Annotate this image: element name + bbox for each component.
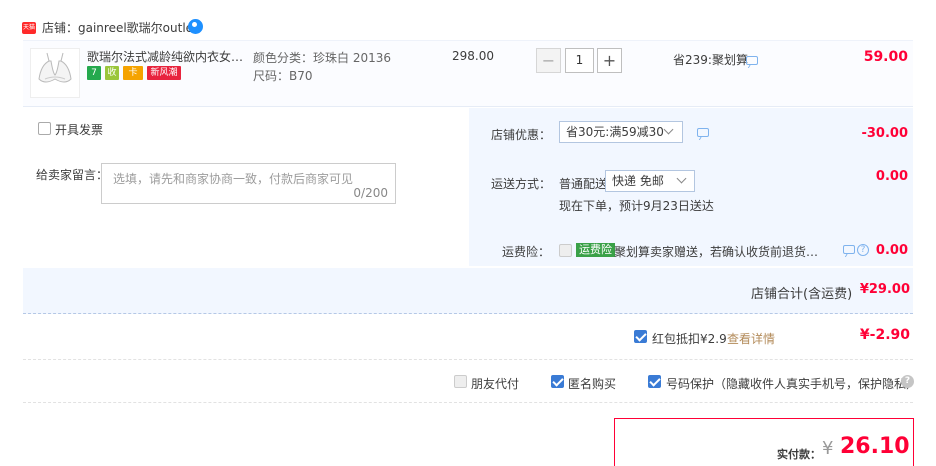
message-char-count: 0/200 — [353, 186, 388, 200]
discount-label: 店铺优惠： — [491, 128, 552, 142]
sku-color: 颜色分类：珍珠白 20136 — [253, 51, 391, 65]
friend-pay-label: 朋友代付 — [471, 377, 520, 391]
friend-pay-checkbox — [454, 375, 467, 388]
payment-label: 实付款： — [777, 448, 821, 461]
unit-price: 298.00 — [452, 49, 494, 63]
number-protect-label: 号码保护（隐藏收件人真实手机号，保护隐私） — [666, 377, 919, 391]
product-thumbnail[interactable] — [30, 48, 80, 98]
shipping-type: 普通配送 — [559, 177, 608, 191]
quantity-increase-button[interactable]: + — [597, 48, 622, 73]
shop-name[interactable]: 店铺：gainreel歌瑞尔outlet — [42, 19, 198, 36]
insurance-amount: 0.00 — [875, 243, 908, 258]
insurance-checkbox — [559, 244, 572, 257]
message-placeholder: 选填，请先和商家协商一致，付款后商家可见 — [113, 172, 354, 186]
tmall-badge-icon: 天猫 — [22, 22, 36, 34]
message-label: 给卖家留言： — [36, 168, 109, 182]
insurance-badge: 运费险 — [576, 243, 615, 257]
discount-amount: -30.00 — [861, 126, 908, 141]
tag-card-icon: 卡 — [123, 66, 143, 80]
shipping-selected: 快递 免邮 — [612, 174, 664, 188]
shipping-eta: 现在下单，预计9月23日送达 — [559, 199, 714, 213]
view-details-link[interactable]: 查看详情 — [727, 330, 775, 347]
item-total: 59.00 — [863, 49, 908, 65]
tag-bag-icon: 收 — [105, 66, 119, 80]
shop-total-label: 店铺合计(含运费) — [751, 287, 853, 302]
divider — [23, 359, 913, 360]
currency-symbol: ¥ — [822, 438, 834, 459]
sku-size: 尺码：B70 — [253, 69, 313, 83]
discount-select[interactable]: 省30元:满59减30 — [559, 121, 683, 143]
chat-icon[interactable] — [697, 128, 709, 137]
bra-image-icon — [38, 52, 72, 83]
quantity-decrease-button[interactable]: − — [536, 48, 561, 73]
red-packet-checkbox[interactable] — [634, 330, 647, 343]
divider — [23, 402, 913, 403]
quantity-input[interactable]: 1 — [565, 48, 594, 73]
shop-total-amount: ¥29.00 — [859, 282, 910, 297]
discount-selected: 省30元:满59减30 — [566, 125, 664, 139]
anonymous-checkbox[interactable] — [551, 375, 564, 388]
anonymous-label: 匿名购买 — [568, 377, 617, 391]
promo-text: 省239:聚划算 — [673, 53, 748, 67]
number-protect-checkbox[interactable] — [648, 375, 661, 388]
shipping-amount: 0.00 — [875, 169, 908, 184]
red-packet-label: 红包抵扣¥2.9 — [652, 332, 727, 346]
red-packet-amount: ¥-2.90 — [859, 327, 910, 343]
invoice-checkbox[interactable] — [38, 122, 51, 135]
product-title[interactable]: 歌瑞尔法式减龄纯欲内衣女轻盈... — [87, 48, 252, 65]
wangwang-icon[interactable] — [188, 19, 203, 34]
tag-new-trend: 新风潮 — [147, 66, 181, 80]
tag-7day-icon: 7 — [87, 66, 101, 80]
chat-icon[interactable] — [746, 56, 758, 65]
shipping-label: 运送方式： — [491, 177, 552, 191]
invoice-label: 开具发票 — [55, 123, 104, 137]
insurance-label: 运费险： — [502, 245, 551, 259]
help-icon[interactable]: ? — [901, 375, 914, 388]
payment-amount: 26.10 — [840, 434, 910, 459]
insurance-description: 聚划算卖家赠送，若确认收货前退货，可获... — [614, 245, 830, 259]
